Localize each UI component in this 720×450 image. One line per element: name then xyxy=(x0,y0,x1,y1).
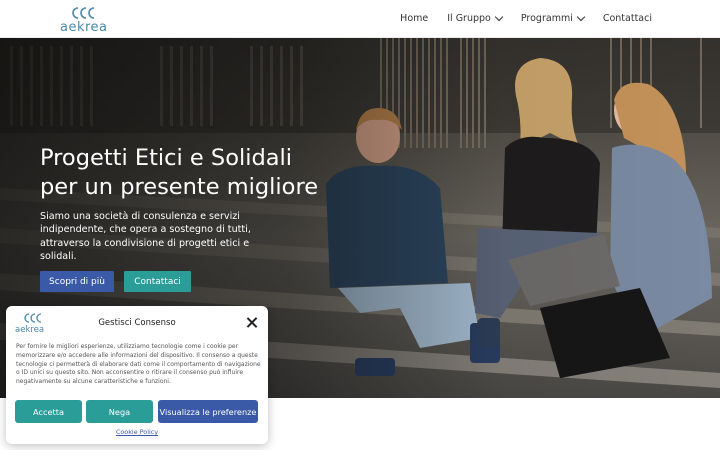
chevron-down-icon xyxy=(576,12,586,21)
brand-name: aekrea xyxy=(60,20,108,35)
deny-button[interactable]: Nega xyxy=(86,400,153,423)
hero-title: Progetti Etici e Solidali per un present… xyxy=(40,144,380,202)
cookie-consent-dialog: aekrea Gestisci Consenso Per fornire le … xyxy=(6,306,268,444)
nav-item-il-gruppo[interactable]: Il Gruppo xyxy=(447,12,504,24)
scopri-button[interactable]: Scopri di più xyxy=(40,271,114,292)
brand-logo[interactable]: aekrea xyxy=(58,4,112,35)
nav-label: Il Gruppo xyxy=(447,12,491,24)
chevron-down-icon xyxy=(494,12,504,21)
contattaci-button[interactable]: Contattaci xyxy=(124,271,191,292)
cookie-title: Gestisci Consenso xyxy=(98,318,176,328)
logo-rings-icon xyxy=(72,7,95,19)
cookie-text: Per fornire le migliori esperienze, util… xyxy=(16,343,261,386)
accept-button[interactable]: Accetta xyxy=(15,400,82,423)
nav-label: Home xyxy=(400,12,429,24)
nav-item-contattaci[interactable]: Contattaci xyxy=(603,13,652,24)
close-icon[interactable] xyxy=(246,317,258,329)
nav-label: Contattaci xyxy=(602,12,652,24)
preferences-button[interactable]: Visualizza le preferenze xyxy=(158,400,258,423)
site-header: aekrea Home Il Gruppo Programmi Contatta… xyxy=(0,0,720,38)
nav-item-programmi[interactable]: Programmi xyxy=(520,12,586,24)
cookie-policy-link[interactable]: Cookie Policy xyxy=(6,428,268,436)
main-nav: Home Il Gruppo Programmi Contattaci xyxy=(400,0,652,36)
nav-label: Programmi xyxy=(520,12,573,24)
hero-title-line: Progetti Etici e Solidali xyxy=(40,145,293,171)
hero-title-line: per un presente migliore xyxy=(40,174,319,200)
hero-description: Siamo una società di consulenza e serviz… xyxy=(40,211,251,263)
nav-item-home[interactable]: Home xyxy=(400,13,428,24)
